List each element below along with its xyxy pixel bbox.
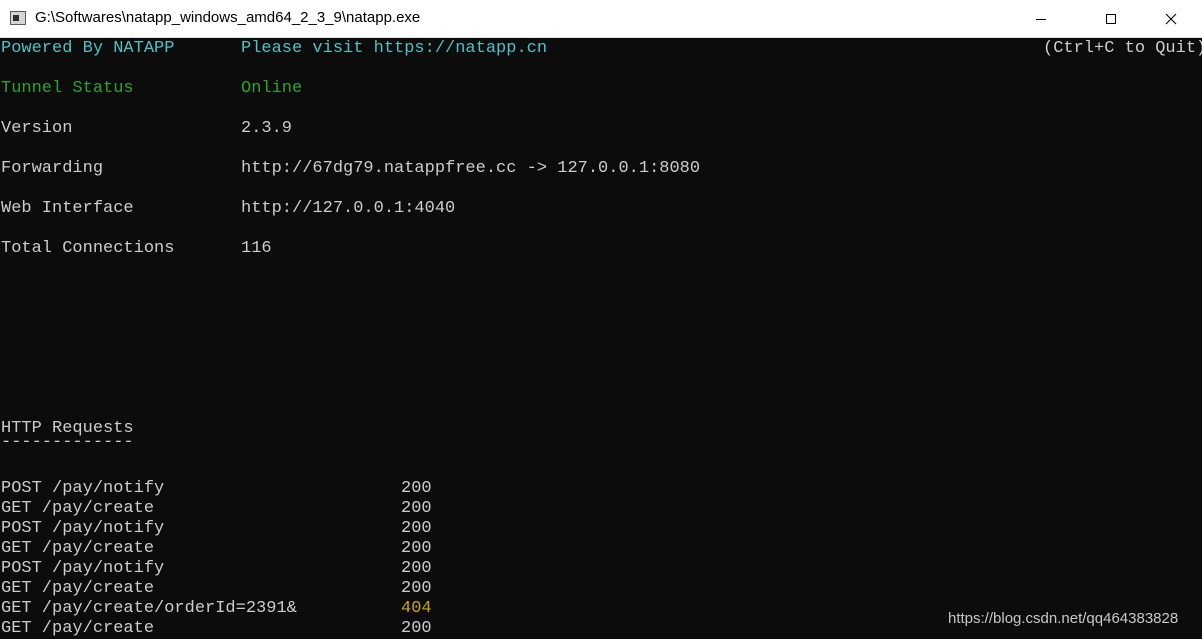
forwarding-value: http://67dg79.natappfree.cc -> 127.0.0.1…	[241, 159, 701, 178]
request-row-7: GET /pay/create/orderId=2391&	[1, 599, 297, 618]
maximize-button[interactable]	[1088, 0, 1134, 37]
request-row-8: GET /pay/create	[1, 619, 155, 638]
status-code-1: 200	[401, 479, 432, 498]
forwarding-label: Forwarding	[1, 159, 104, 178]
web-interface-value: http://127.0.0.1:4040	[241, 199, 456, 218]
version-value: 2.3.9	[241, 119, 293, 138]
request-row-6: GET /pay/create	[1, 579, 155, 598]
console-app-icon	[10, 11, 26, 25]
total-connections-value: 116	[241, 239, 272, 258]
powered-by-text: Powered By NATAPP	[1, 39, 175, 58]
version-label: Version	[1, 119, 73, 138]
status-code-8: 200	[401, 619, 432, 638]
console-window: G:\Softwares\natapp_windows_amd64_2_3_9\…	[0, 0, 1202, 639]
title-bar[interactable]: G:\Softwares\natapp_windows_amd64_2_3_9\…	[0, 0, 1202, 38]
minimize-icon	[1036, 18, 1046, 20]
web-interface-label: Web Interface	[1, 199, 134, 218]
http-requests-underline: -------------	[1, 433, 134, 452]
maximize-icon	[1106, 13, 1116, 24]
watermark-text: https://blog.csdn.net/qq464383828	[948, 610, 1179, 627]
close-icon	[1165, 13, 1177, 24]
request-row-5: POST /pay/notify	[1, 559, 165, 578]
close-button[interactable]	[1148, 0, 1194, 37]
status-code-3: 200	[401, 519, 432, 538]
status-code-6: 200	[401, 579, 432, 598]
status-code-2: 200	[401, 499, 432, 518]
minimize-button[interactable]	[1018, 0, 1064, 37]
request-row-3: POST /pay/notify	[1, 519, 165, 538]
request-row-2: GET /pay/create	[1, 499, 155, 518]
status-code-4: 200	[401, 539, 432, 558]
quit-hint: (Ctrl+C to Quit)	[1043, 39, 1202, 58]
request-row-1: POST /pay/notify	[1, 479, 165, 498]
tunnel-status-label: Tunnel Status	[1, 79, 134, 98]
total-connections-label: Total Connections	[1, 239, 175, 258]
window-title: G:\Softwares\natapp_windows_amd64_2_3_9\…	[35, 9, 421, 26]
visit-text: Please visit https://natapp.cn	[241, 39, 548, 58]
request-row-4: GET /pay/create	[1, 539, 155, 558]
tunnel-status-value: Online	[241, 79, 303, 98]
terminal-output[interactable]: Powered By NATAPP Please visit https://n…	[0, 38, 1202, 639]
status-code-5: 200	[401, 559, 432, 578]
status-code-7: 404	[401, 599, 432, 618]
